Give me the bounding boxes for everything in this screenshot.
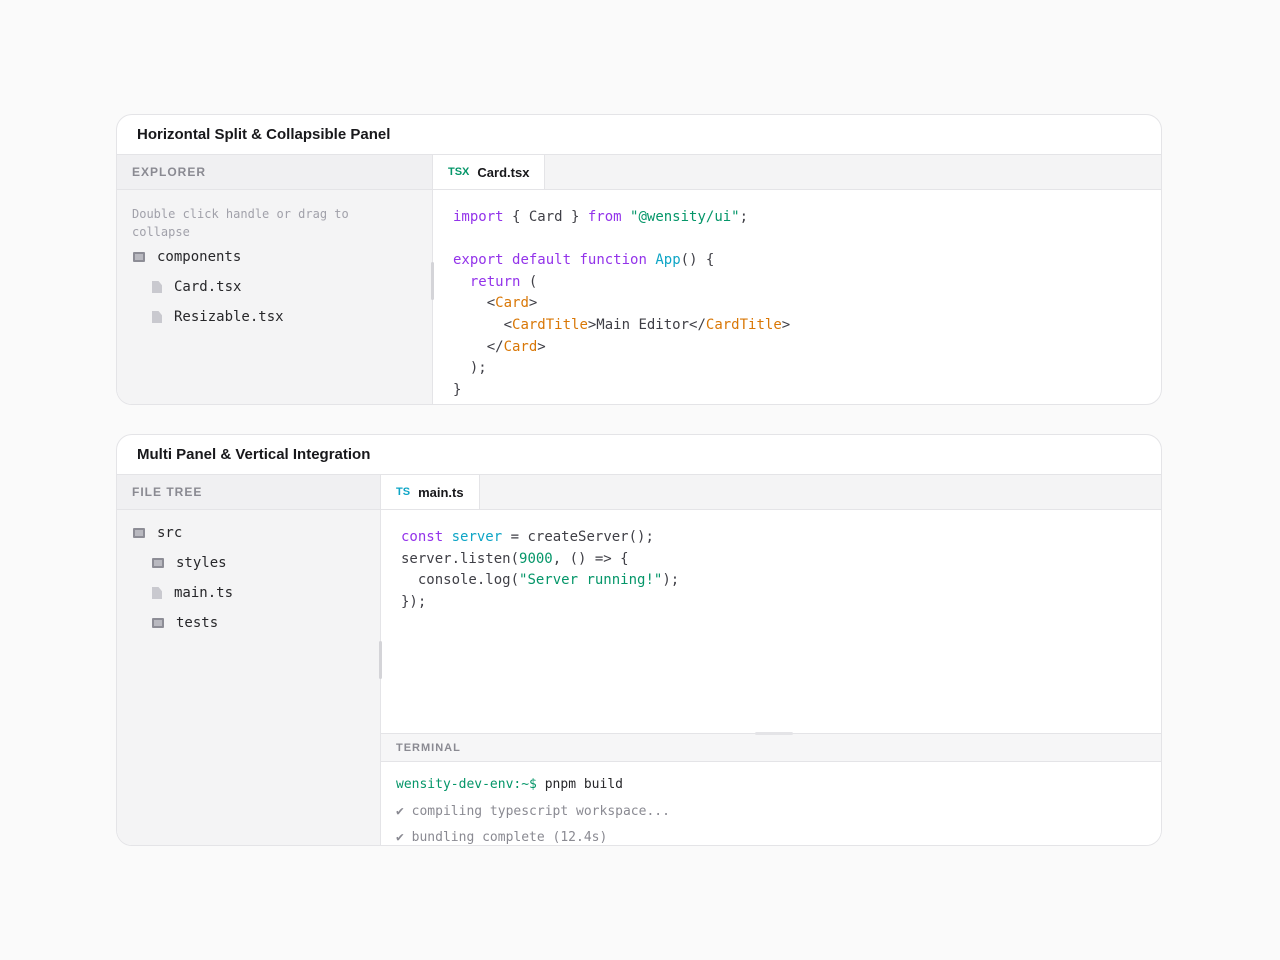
code-token: "Server running!"	[519, 572, 663, 589]
explorer-panel: EXPLORER Double click handle or drag to …	[117, 155, 434, 404]
tree-item-label: styles	[176, 555, 227, 571]
folder-icon	[152, 558, 164, 568]
folder-icon	[133, 252, 145, 262]
tab-label: Card.tsx	[477, 164, 530, 180]
code-token: Card	[503, 338, 538, 355]
code-token: default	[512, 252, 572, 269]
editor-panel: TS main.ts const server = createServer()…	[381, 475, 1161, 845]
code-token: "@wensity/ui"	[630, 209, 740, 225]
vertical-resize-handle[interactable]	[755, 732, 793, 735]
code-token: >	[528, 295, 538, 312]
tree-item-card-tsx[interactable]: Card.tsx	[117, 272, 432, 302]
code-token: >	[537, 338, 546, 355]
multi-panel-card: Multi Panel & Vertical Integration FILE …	[116, 434, 1162, 846]
code-token: server.listen(	[401, 550, 520, 567]
tree-item-components[interactable]: components	[117, 242, 432, 272]
code-token: { Card }	[503, 209, 588, 225]
tree-item-tests[interactable]: tests	[117, 608, 380, 638]
terminal-line: ✔ bundling complete (12.4s)	[396, 830, 608, 845]
tab-main-ts[interactable]: TS main.ts	[381, 475, 480, 509]
editor-tabbar: TSX Card.tsx	[433, 155, 1161, 190]
tree-item-label: components	[157, 249, 242, 265]
code-token: server	[451, 529, 503, 545]
code-token: ;	[739, 209, 749, 225]
tree-item-resizable-tsx[interactable]: Resizable.tsx	[117, 302, 432, 332]
file-icon	[152, 311, 162, 323]
tree-item-label: tests	[176, 615, 219, 631]
tree-item-styles[interactable]: styles	[117, 548, 380, 578]
code-token: >Main Editor</	[587, 316, 706, 333]
code-token: from	[587, 209, 622, 225]
code-token: <	[453, 316, 513, 333]
code-token: >	[781, 316, 791, 333]
code-token: 9000	[519, 550, 553, 567]
code-token: console.log(	[401, 572, 520, 589]
collapse-hint: Double click handle or drag to collapse	[132, 207, 349, 239]
code-token: , () => {	[552, 550, 629, 567]
tsx-lang-badge: TSX	[448, 166, 470, 178]
terminal-line: ✔ compiling typescript workspace...	[396, 803, 670, 819]
tree-item-main-ts[interactable]: main.ts	[117, 578, 380, 608]
code-token: );	[453, 360, 487, 377]
card-title: Horizontal Split & Collapsible Panel	[117, 115, 1161, 155]
code-token: = createServer();	[502, 529, 654, 545]
code-token: <	[453, 295, 496, 312]
explorer-header: EXPLORER	[117, 155, 432, 190]
editor-panel: TSX Card.tsx import { Card } from "@wens…	[433, 155, 1161, 404]
terminal-prompt: wensity-dev-env:~$	[396, 777, 537, 792]
terminal-header: TERMINAL	[381, 734, 1161, 762]
file-icon	[152, 587, 162, 599]
code-token: export	[453, 252, 504, 269]
card-title: Multi Panel & Vertical Integration	[117, 435, 1161, 475]
code-token: );	[662, 572, 680, 589]
tree-item-label: Card.tsx	[174, 279, 242, 295]
code-token: </	[453, 338, 504, 355]
folder-icon	[152, 618, 164, 628]
ts-lang-badge: TS	[396, 486, 411, 498]
terminal-panel: TERMINAL wensity-dev-env:~$ pnpm build ✔…	[381, 732, 1161, 845]
code-editor[interactable]: import { Card } from "@wensity/ui"; expo…	[433, 190, 1161, 401]
tab-card-tsx[interactable]: TSX Card.tsx	[433, 155, 546, 189]
tree-item-src[interactable]: src	[117, 518, 380, 548]
terminal-output[interactable]: wensity-dev-env:~$ pnpm build ✔ compilin…	[381, 762, 1161, 845]
editor-tabbar: TS main.ts	[381, 475, 1161, 510]
code-token: CardTitle	[512, 316, 588, 333]
code-token: import	[453, 209, 504, 225]
code-token: CardTitle	[705, 316, 782, 333]
code-token: });	[401, 593, 427, 610]
terminal-command: pnpm build	[536, 777, 623, 792]
file-icon	[152, 281, 162, 293]
code-token: App	[655, 252, 681, 269]
folder-icon	[133, 528, 145, 538]
code-token: Card	[495, 295, 529, 312]
code-token: }	[453, 381, 462, 398]
tab-label: main.ts	[418, 484, 464, 500]
code-token: const	[401, 529, 444, 545]
tree-item-label: main.ts	[174, 585, 234, 601]
code-token: function	[579, 252, 647, 269]
file-tree-panel: FILE TREE src styles main.ts tests	[117, 475, 382, 845]
file-tree-header: FILE TREE	[117, 475, 380, 510]
code-token: () {	[680, 252, 715, 269]
code-token: (	[520, 273, 538, 290]
horizontal-split-card: Horizontal Split & Collapsible Panel EXP…	[116, 114, 1162, 405]
code-token: return	[469, 273, 521, 290]
tree-item-label: Resizable.tsx	[174, 309, 284, 325]
code-editor[interactable]: const server = createServer(); server.li…	[381, 510, 1161, 613]
tree-item-label: src	[157, 525, 183, 541]
